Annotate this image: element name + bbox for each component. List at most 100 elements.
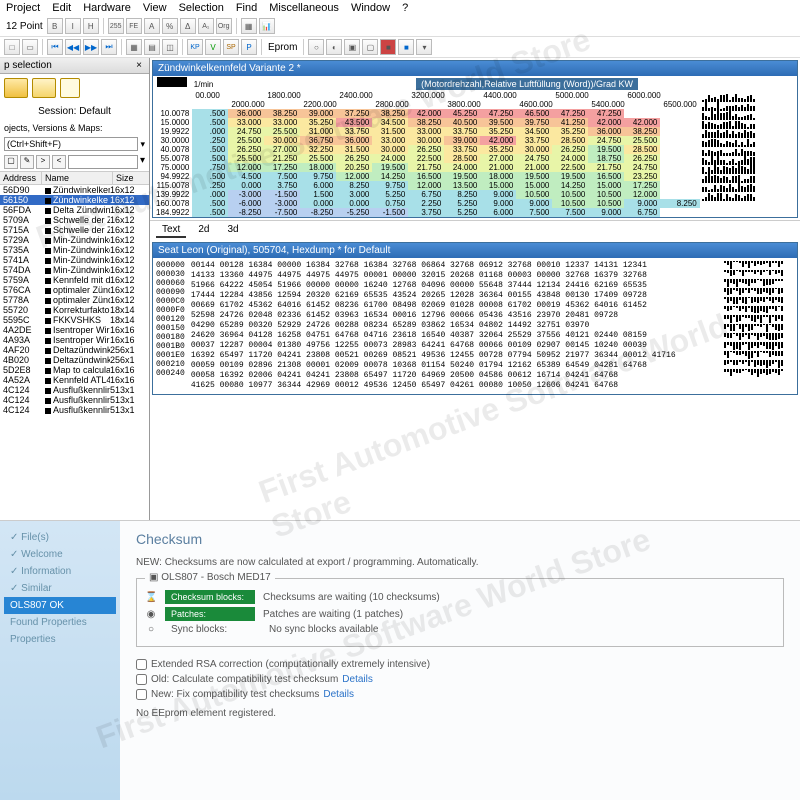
tree-row[interactable]: 5595CFKKVSHKS18x14 [0,315,149,325]
tb-new[interactable]: □ [4,39,20,55]
tree-row[interactable]: 4A52AKennfeld ATL416x16 [0,375,149,385]
checkbox-row[interactable]: Extended RSA correction (computationally… [136,659,784,670]
menu-hardware[interactable]: Hardware [83,2,131,14]
menu-?[interactable]: ? [402,2,408,14]
point-size[interactable]: 12 Point [6,21,43,32]
details-link[interactable]: Details [342,674,373,685]
folder-open-icon[interactable] [32,78,56,98]
tab-text[interactable]: Text [156,223,186,238]
filter-square[interactable]: ▢ [4,155,18,169]
tb-t3[interactable]: ◫ [162,39,178,55]
panel-close[interactable]: × [133,60,145,71]
tb-bold[interactable]: B [47,18,63,34]
tb-p[interactable]: P [241,39,257,55]
menu-view[interactable]: View [143,2,167,14]
tree-header[interactable]: Address Name Size [0,171,149,185]
tree-row[interactable]: 56FDADelta Zündwink16x12 [0,205,149,215]
tree-row[interactable]: 5778Aoptimaler Zünd16x12 [0,295,149,305]
filter-pencil[interactable]: ✎ [20,155,34,169]
tb-open[interactable]: ▭ [22,39,38,55]
tb-c7[interactable]: ▾ [416,39,432,55]
tb-grid[interactable]: ▦ [241,18,257,34]
filter-dropdown[interactable] [68,155,138,169]
tree-row[interactable]: 5715ASchwelle der Z16x12 [0,225,149,235]
tree-row[interactable]: 5741AMin-Zündwinke16x12 [0,255,149,265]
tb-org[interactable]: Org [216,18,232,34]
nav-similar[interactable]: ✓ Similar [4,580,116,597]
tree-row[interactable]: 4A93AIsentroper Wirl16x16 [0,335,149,345]
checkbox-row[interactable]: New: Fix compatibility test checksumsDet… [136,689,784,700]
view-tabs[interactable]: Text 2d 3d [150,220,800,240]
tree-row[interactable]: 5759AKennfeld mit d16x12 [0,275,149,285]
tb-A[interactable]: A [144,18,160,34]
tree-row[interactable]: 4A2DEIsentroper Wirl16x16 [0,325,149,335]
menu-window[interactable]: Window [351,2,390,14]
nav-properties[interactable]: Properties [4,631,116,648]
tb-FE[interactable]: FE [126,18,142,34]
tb-a1[interactable]: A₁ [198,18,214,34]
tab-3d[interactable]: 3d [221,223,244,238]
tb-c6[interactable]: ■ [398,39,414,55]
tb-c3[interactable]: ▣ [344,39,360,55]
tree-row[interactable]: 4C124Ausflußkennlin513x1 [0,385,149,395]
checkbox[interactable] [136,674,147,685]
menu-edit[interactable]: Edit [52,2,71,14]
filter-arrow-icon[interactable]: ▾ [140,155,145,169]
checkbox[interactable] [136,659,147,670]
nav-file(s)[interactable]: ✓ File(s) [4,529,116,546]
tree-row[interactable]: 56D90Zündwinkelken16x12 [0,185,149,195]
maps-dropdown[interactable]: (Ctrl+Shift+F) [4,137,138,151]
nav-welcome[interactable]: ✓ Welcome [4,546,116,563]
tb-t1[interactable]: ▦ [126,39,142,55]
menubar[interactable]: Project Edit Hardware View Selection Find Misc… [0,0,800,16]
checkbox[interactable] [136,689,147,700]
menu-find[interactable]: Find [236,2,257,14]
filter-gt[interactable]: > [36,155,50,169]
nav-information[interactable]: ✓ Information [4,563,116,580]
data-table[interactable]: 00.0001800.0002400.0003200.0004400.00050… [153,91,700,217]
tb-v[interactable]: V [205,39,221,55]
tree-row[interactable]: 574DAMin-Zündwinke16x12 [0,265,149,275]
tree-row[interactable]: 5735AMin-Zündwinke16x12 [0,245,149,255]
tree-row[interactable]: 56150Zündwinkelke16x12 [0,195,149,205]
tb-t2[interactable]: ▤ [144,39,160,55]
folder-icon[interactable] [4,78,28,98]
menu-miscellaneous[interactable]: Miscellaneous [269,2,339,14]
tb-h[interactable]: H [83,18,99,34]
details-link[interactable]: Details [323,689,354,700]
tree-row[interactable]: 5709ASchwelle der Z16x12 [0,215,149,225]
tree-row[interactable]: 576CAoptimaler Zünd16x12 [0,285,149,295]
tb-c4[interactable]: ▢ [362,39,378,55]
tb-c1[interactable]: ○ [308,39,324,55]
tb-delta[interactable]: Δ [180,18,196,34]
tb-pct[interactable]: % [162,18,178,34]
hex-data[interactable]: 00144 00128 16384 00000 16384 32768 1638… [191,261,724,391]
tree-row[interactable]: 4C124Ausflußkennlin513x1 [0,395,149,405]
tree-row[interactable]: 4B020Deltazündwink256x1 [0,355,149,365]
tb-first[interactable]: ⏮ [47,39,63,55]
checkbox-row[interactable]: Old: Calculate compatibility test checks… [136,674,784,685]
tb-italic[interactable]: I [65,18,81,34]
checksum-nav[interactable]: ✓ File(s)✓ Welcome✓ Information✓ Similar… [0,521,120,800]
nav-found-properties[interactable]: Found Properties [4,614,116,631]
tb-prev[interactable]: ◀◀ [65,39,81,55]
tb-next[interactable]: ▶▶ [83,39,99,55]
tree-row[interactable]: 4AF20Deltazündwink256x1 [0,345,149,355]
tb-c5[interactable]: ■ [380,39,396,55]
tree-row[interactable]: 55720Korrekturfakto18x14 [0,305,149,315]
note-icon[interactable] [60,78,80,98]
menu-project[interactable]: Project [6,2,40,14]
menu-selection[interactable]: Selection [179,2,224,14]
nav-ols807-ok[interactable]: OLS807 OK [4,597,116,614]
tree-row[interactable]: 5729AMin-Zündwinke16x12 [0,235,149,245]
tab-2d[interactable]: 2d [192,223,215,238]
dropdown-arrow-icon[interactable]: ▾ [140,139,145,150]
map-tree[interactable]: 56D90Zündwinkelken16x1256150Zündwinkelke… [0,185,149,415]
tree-row[interactable]: 5D2E8Map to calculat16x16 [0,365,149,375]
tb-last[interactable]: ⏭ [101,39,117,55]
tb-255[interactable]: 255 [108,18,124,34]
tb-sp[interactable]: SP [223,39,239,55]
eprom-label[interactable]: Eprom [268,42,297,53]
tb-kp[interactable]: KP [187,39,203,55]
tb-chart[interactable]: 📊 [259,18,275,34]
